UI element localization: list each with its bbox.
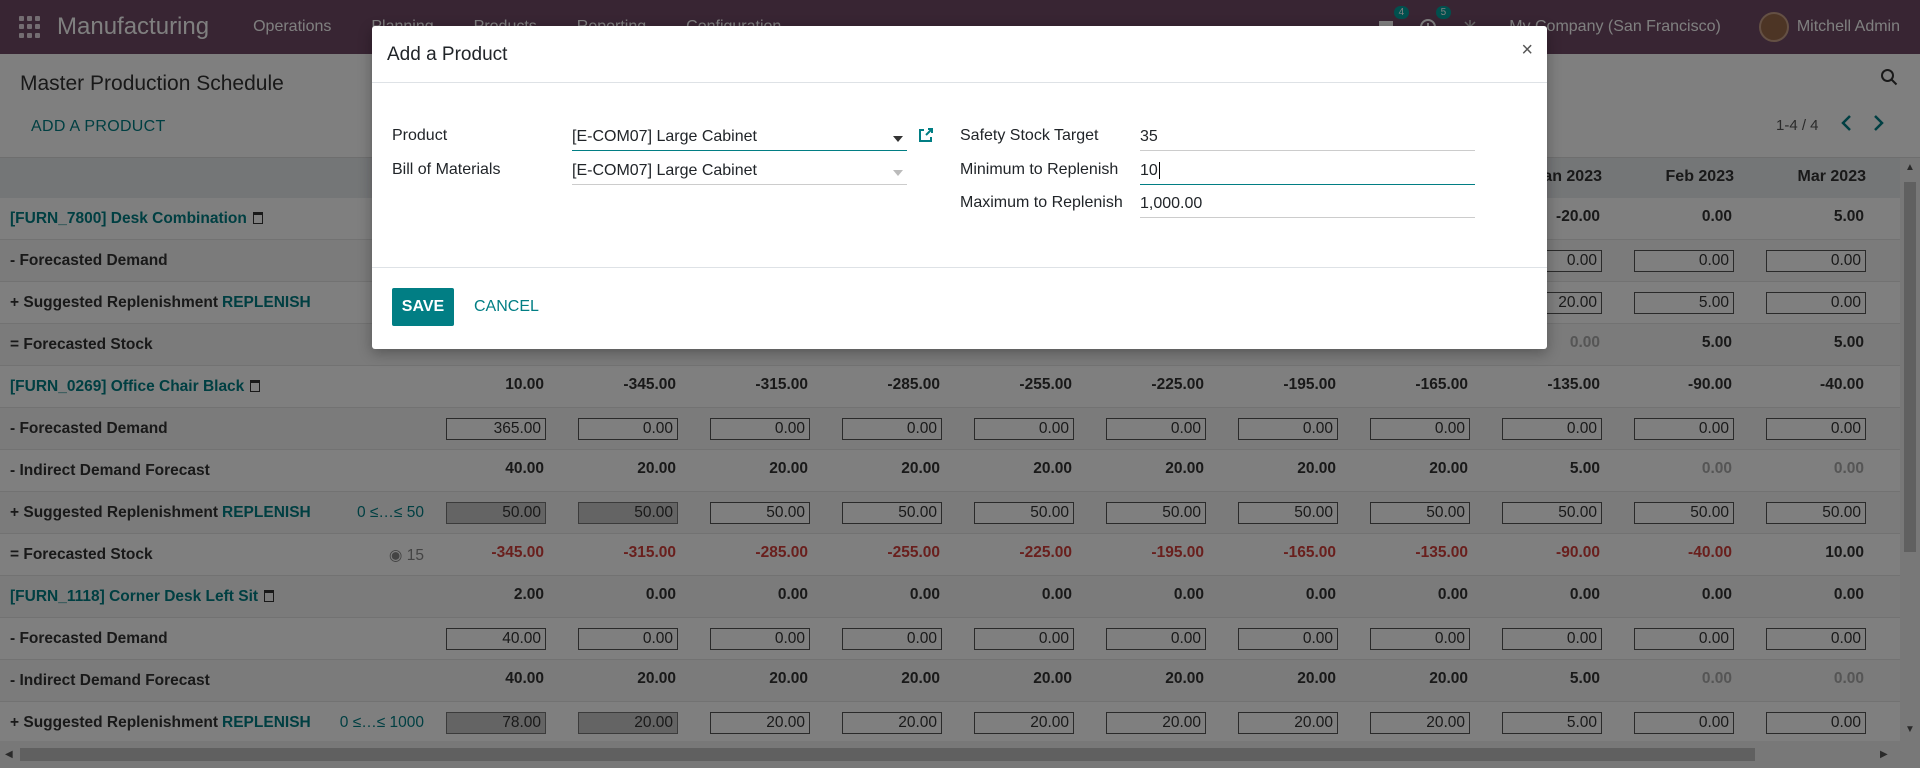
min-replenish-field[interactable]: 10	[1140, 161, 1475, 185]
product-value: [E-COM07] Large Cabinet	[572, 128, 757, 145]
cancel-button[interactable]: CANCEL	[474, 298, 539, 316]
chevron-down-icon[interactable]	[893, 170, 903, 176]
add-product-dialog: Add a Product × Product [E-COM07] Large …	[372, 26, 1547, 349]
max-replenish-label: Maximum to Replenish	[960, 194, 1123, 211]
safety-stock-value: 35	[1140, 128, 1158, 145]
bom-value: [E-COM07] Large Cabinet	[572, 162, 757, 179]
dialog-footer: SAVE CANCEL	[372, 268, 1547, 348]
safety-stock-label: Safety Stock Target	[960, 127, 1099, 144]
safety-stock-field[interactable]: 35	[1140, 127, 1475, 151]
bom-label: Bill of Materials	[392, 161, 501, 178]
dialog-body: Product [E-COM07] Large Cabinet Bill of …	[372, 83, 1547, 268]
close-icon[interactable]: ×	[1521, 39, 1533, 62]
product-label: Product	[392, 127, 448, 144]
product-field[interactable]: [E-COM07] Large Cabinet	[572, 127, 907, 151]
dialog-header: Add a Product ×	[372, 26, 1547, 83]
min-replenish-value: 10	[1140, 162, 1158, 179]
text-cursor	[1158, 162, 1160, 179]
save-button[interactable]: SAVE	[392, 288, 454, 326]
bom-field[interactable]: [E-COM07] Large Cabinet	[572, 161, 907, 185]
external-link-icon[interactable]	[918, 127, 934, 148]
max-replenish-field[interactable]: 1,000.00	[1140, 194, 1475, 218]
dialog-title: Add a Product	[387, 44, 508, 65]
chevron-down-icon[interactable]	[893, 136, 903, 142]
min-replenish-label: Minimum to Replenish	[960, 161, 1119, 178]
max-replenish-value: 1,000.00	[1140, 195, 1203, 212]
